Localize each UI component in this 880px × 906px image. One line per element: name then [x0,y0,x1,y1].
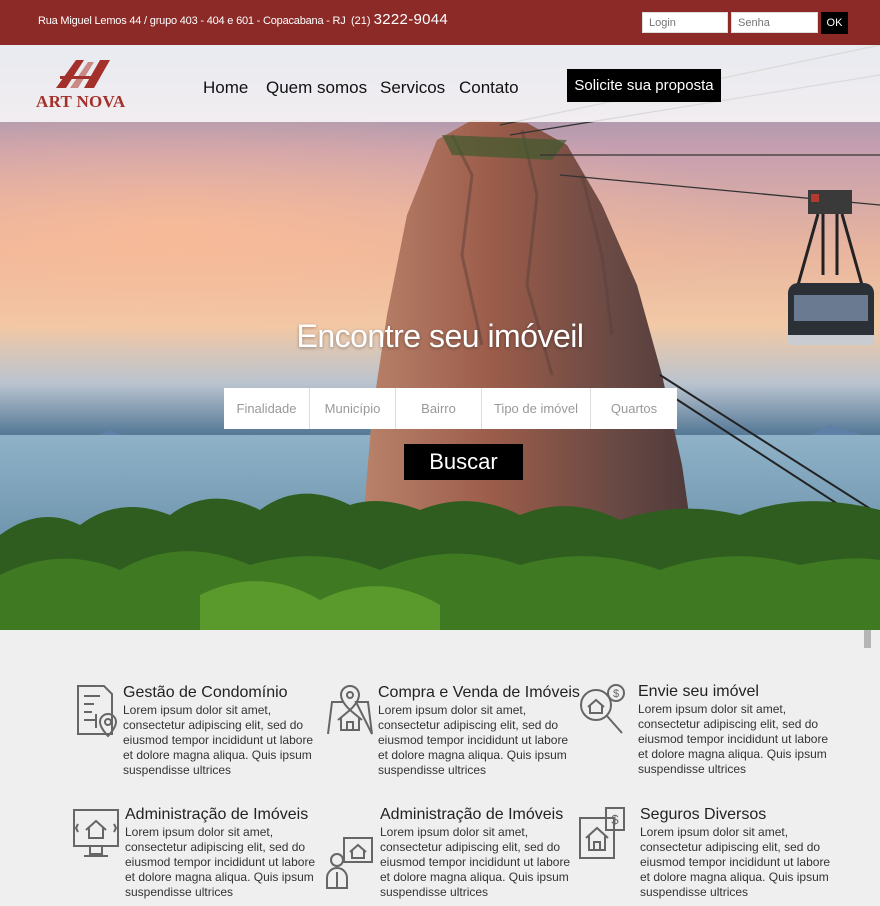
people-house-icon [326,837,373,889]
document-map-pin-icon [77,685,118,738]
service-description: Lorem ipsum dolor sit amet, consectetur … [638,702,829,776]
nav-quem-somos[interactable]: Quem somos [266,78,367,98]
filter-bairro[interactable]: Bairro [396,388,482,429]
forest-canopy [0,493,880,630]
service-title: Administração de Imóveis [380,806,564,823]
search-headline: Encontre seu imóveil [296,318,584,354]
scrollbar-thumb[interactable] [864,630,871,648]
logo-text: ART NOVA [36,92,126,111]
nav-contato[interactable]: Contato [459,78,519,98]
login-input[interactable] [642,12,728,33]
search-button[interactable]: Buscar [404,444,523,480]
house-location-icon [327,684,373,735]
service-description: Lorem ipsum dolor sit amet, consectetur … [123,703,314,777]
filter-finalidade[interactable]: Finalidade [224,388,310,429]
address-text: Rua Miguel Lemos 44 / grupo 403 - 404 e … [38,15,346,27]
service-description: Lorem ipsum dolor sit amet, consectetur … [378,703,569,777]
filter-quartos[interactable]: Quartos [591,388,677,429]
phone-prefix: (21) [351,15,371,27]
service-title: Seguros Diversos [640,806,767,823]
service-description: Lorem ipsum dolor sit amet, consectetur … [640,825,831,899]
logo-icon [56,60,110,88]
service-title: Envie seu imóvel [638,683,759,700]
art-nova-logo[interactable]: ART NOVA [36,58,126,114]
login-ok-button[interactable]: OK [821,12,848,34]
svg-text:$: $ [611,812,619,827]
monitor-house-icon [73,809,119,857]
svg-text:$: $ [613,688,619,700]
house-insurance-dollar-icon: $ [579,807,625,859]
phone-number: 3222-9044 [373,11,449,28]
phone-text: (21) 3222-9044 [351,11,448,28]
filter-tipo-imovel[interactable]: Tipo de imóvel [482,388,591,429]
service-title: Administração de Imóveis [125,806,309,823]
service-description: Lorem ipsum dolor sit amet, consectetur … [125,825,316,899]
request-proposal-button[interactable]: Solicite sua proposta [567,69,721,102]
service-title: Compra e Venda de Imóveis [378,684,580,701]
nav-home[interactable]: Home [203,78,248,98]
password-input[interactable] [731,12,818,33]
service-title: Gestão de Condomínio [123,684,288,701]
nav-servicos[interactable]: Servicos [380,78,445,98]
house-search-dollar-icon: $ [580,684,625,734]
filter-municipio[interactable]: Município [310,388,396,429]
top-bar: Rua Miguel Lemos 44 / grupo 403 - 404 e … [0,0,880,45]
search-filters: Finalidade Município Bairro Tipo de imóv… [224,388,677,429]
service-description: Lorem ipsum dolor sit amet, consectetur … [380,825,571,899]
